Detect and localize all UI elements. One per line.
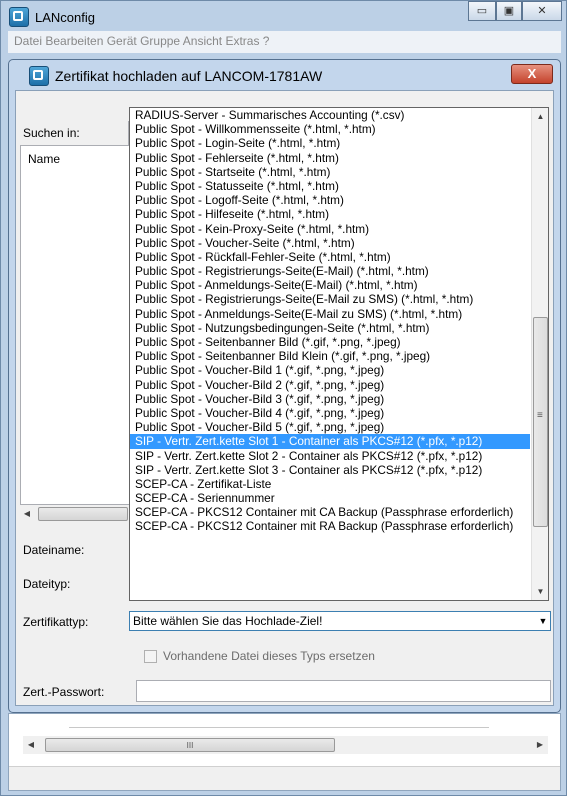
lanconfig-window: LANconfig ▭ ▣ ✕ Datei Bearbeiten Gerät G… (0, 0, 567, 796)
cert-type-label: Zertifikattyp: (23, 615, 89, 629)
password-label: Zert.-Passwort: (23, 685, 105, 699)
filetype-label: Dateityp: (23, 577, 71, 591)
window-titlebar: LANconfig (9, 7, 95, 27)
list-header-strip (69, 714, 489, 728)
dropdown-option[interactable]: Public Spot - Voucher-Bild 5 (*.gif, *.p… (130, 420, 530, 434)
scroll-right-icon[interactable]: ▶ (532, 736, 548, 754)
replace-checkbox-label: Vorhandene Datei dieses Typs ersetzen (163, 649, 375, 663)
dialog-title: Zertifikat hochladen auf LANCOM-1781AW (55, 68, 323, 84)
minimize-button[interactable]: ▭ (468, 1, 496, 21)
dialog-titlebar: Zertifikat hochladen auf LANCOM-1781AW (29, 66, 322, 86)
name-column-header[interactable]: Name (28, 152, 60, 166)
dropdown-option[interactable]: SCEP-CA - Seriennummer (130, 491, 530, 505)
file-list-hscroll[interactable]: ◀ (20, 505, 129, 523)
dropdown-option[interactable]: Public Spot - Statusseite (*.html, *.htm… (130, 179, 530, 193)
file-list[interactable]: Name (20, 145, 129, 505)
dropdown-option[interactable]: Public Spot - Login-Seite (*.html, *.htm… (130, 136, 530, 150)
dropdown-scroll-thumb[interactable]: ≡ (533, 317, 548, 527)
password-field[interactable] (136, 680, 551, 702)
dropdown-option[interactable]: RADIUS-Server - Summarisches Accounting … (130, 108, 530, 122)
dropdown-option[interactable]: SCEP-CA - PKCS12 Container mit RA Backup… (130, 519, 530, 533)
dropdown-items: RADIUS-Server - Summarisches Accounting … (130, 108, 530, 600)
dropdown-option[interactable]: Public Spot - Hilfeseite (*.html, *.htm) (130, 207, 530, 221)
chevron-down-icon[interactable]: ▼ (536, 612, 550, 630)
main-horizontal-scrollbar[interactable]: ◀ III ▶ (23, 736, 548, 754)
dropdown-option[interactable]: Public Spot - Voucher-Bild 3 (*.gif, *.p… (130, 392, 530, 406)
dropdown-option[interactable]: Public Spot - Registrierungs-Seite(E-Mai… (130, 264, 530, 278)
dropdown-option[interactable]: Public Spot - Voucher-Bild 2 (*.gif, *.p… (130, 378, 530, 392)
window-close-button[interactable]: ✕ (522, 1, 562, 21)
dropdown-option[interactable]: Public Spot - Anmeldungs-Seite(E-Mail zu… (130, 307, 530, 321)
status-bar (9, 766, 560, 790)
replace-checkbox[interactable] (144, 650, 157, 663)
dropdown-option[interactable]: Public Spot - Kein-Proxy-Seite (*.html, … (130, 222, 530, 236)
dropdown-option[interactable]: Public Spot - Voucher-Bild 1 (*.gif, *.p… (130, 363, 530, 377)
menu-bar[interactable]: Datei Bearbeiten Gerät Gruppe Ansicht Ex… (8, 31, 561, 53)
dropdown-option[interactable]: SIP - Vertr. Zert.kette Slot 2 - Contain… (130, 449, 530, 463)
dropdown-scrollbar[interactable]: ▲ ≡ ▼ (531, 108, 548, 600)
dropdown-option[interactable]: Public Spot - Registrierungs-Seite(E-Mai… (130, 292, 530, 306)
scroll-left-icon[interactable]: ◀ (23, 736, 39, 754)
dropdown-option[interactable]: Public Spot - Logoff-Seite (*.html, *.ht… (130, 193, 530, 207)
maximize-button[interactable]: ▣ (496, 1, 522, 21)
file-scroll-thumb[interactable] (38, 507, 128, 521)
file-scroll-left-icon[interactable]: ◀ (20, 505, 34, 523)
dropdown-option[interactable]: Public Spot - Voucher-Bild 4 (*.gif, *.p… (130, 406, 530, 420)
dialog-close-button[interactable]: X (511, 64, 553, 84)
filetype-dropdown-list[interactable]: RADIUS-Server - Summarisches Accounting … (129, 107, 549, 601)
dropdown-option[interactable]: SIP - Vertr. Zert.kette Slot 3 - Contain… (130, 463, 530, 477)
dropdown-option[interactable]: Public Spot - Seitenbanner Bild (*.gif, … (130, 335, 530, 349)
scroll-grip-icon: ≡ (537, 410, 543, 421)
scroll-down-icon[interactable]: ▼ (532, 583, 549, 600)
window-title: LANconfig (35, 9, 95, 25)
dropdown-option[interactable]: Public Spot - Seitenbanner Bild Klein (*… (130, 349, 530, 363)
filename-label: Dateiname: (23, 543, 85, 557)
dropdown-option[interactable]: SCEP-CA - PKCS12 Container mit CA Backup… (130, 505, 530, 519)
dropdown-option[interactable]: Public Spot - Nutzungsbedingungen-Seite … (130, 321, 530, 335)
scroll-thumb[interactable]: III (45, 738, 335, 752)
cert-type-combo[interactable]: Bitte wählen Sie das Hochlade-Ziel! ▼ (129, 611, 551, 631)
dropdown-option[interactable]: Public Spot - Startseite (*.html, *.htm) (130, 165, 530, 179)
cert-type-value: Bitte wählen Sie das Hochlade-Ziel! (133, 614, 323, 628)
lanconfig-app-icon (9, 7, 29, 27)
main-content-area: ◀ III ▶ (8, 713, 561, 791)
dropdown-option[interactable]: Public Spot - Rückfall-Fehler-Seite (*.h… (130, 250, 530, 264)
dropdown-option[interactable]: SCEP-CA - Zertifikat-Liste (130, 477, 530, 491)
dropdown-option[interactable]: Public Spot - Fehlerseite (*.html, *.htm… (130, 151, 530, 165)
dropdown-option[interactable]: Public Spot - Anmeldungs-Seite(E-Mail) (… (130, 278, 530, 292)
dialog-app-icon (29, 66, 49, 86)
scroll-up-icon[interactable]: ▲ (532, 108, 549, 125)
dropdown-option[interactable]: Public Spot - Willkommensseite (*.html, … (130, 122, 530, 136)
search-in-label: Suchen in: (23, 126, 80, 140)
dropdown-option[interactable]: SIP - Vertr. Zert.kette Slot 1 - Contain… (130, 434, 530, 449)
dropdown-option[interactable]: Public Spot - Voucher-Seite (*.html, *.h… (130, 236, 530, 250)
